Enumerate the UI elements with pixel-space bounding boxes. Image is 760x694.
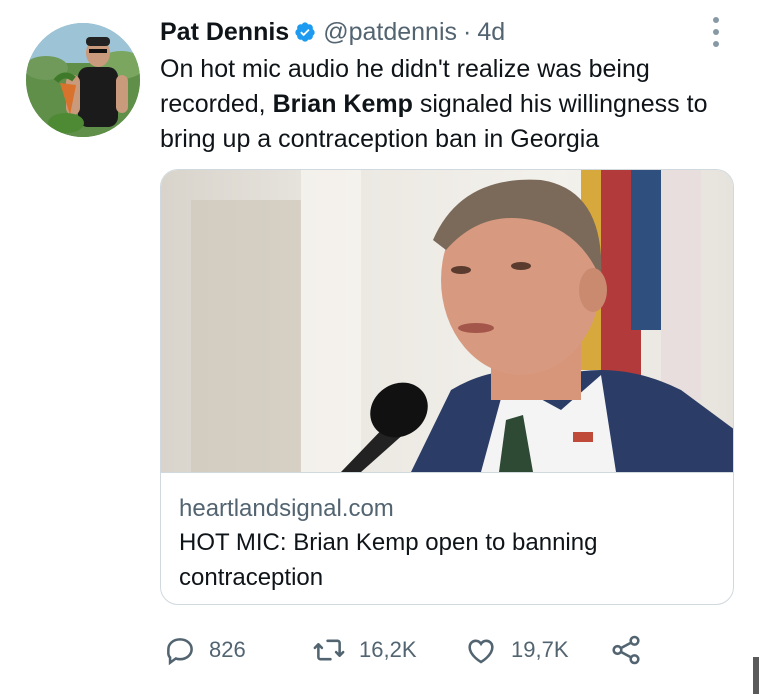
reply-button[interactable]: 826 — [163, 630, 246, 670]
heart-icon — [468, 639, 494, 664]
reply-icon — [167, 638, 193, 666]
retweet-count: 16,2K — [359, 637, 417, 662]
header-separator: · — [463, 17, 472, 46]
card-photo — [161, 170, 733, 472]
card-meta: heartlandsignal.com HOT MIC: Brian Kemp … — [161, 472, 733, 604]
retweet-button[interactable]: 16,2K — [311, 630, 417, 670]
tweet-text: On hot mic audio he didn't realize was b… — [160, 52, 740, 157]
verified-badge-icon — [295, 22, 315, 42]
tweet-header: Pat Dennis @patdennis · 4d — [160, 14, 505, 50]
card-title[interactable]: HOT MIC: Brian Kemp open to banning cont… — [179, 525, 699, 595]
tweet-actions: 826 16,2K 19,7K — [163, 630, 663, 670]
like-button[interactable]: 19,7K — [463, 630, 569, 670]
scrollbar-indicator — [753, 657, 759, 694]
share-button[interactable] — [609, 630, 643, 670]
share-icon — [612, 635, 640, 665]
more-options-icon[interactable] — [708, 15, 724, 49]
card-image — [161, 170, 733, 472]
retweet-icon — [313, 639, 345, 661]
author-name[interactable]: Pat Dennis — [160, 18, 289, 47]
tweet-timestamp[interactable]: 4d — [477, 18, 505, 47]
reply-count: 826 — [209, 637, 246, 662]
like-count: 19,7K — [511, 637, 569, 662]
card-domain[interactable]: heartlandsignal.com — [179, 495, 394, 523]
tweet-text-bold: Brian Kemp — [272, 90, 413, 118]
author-handle[interactable]: @patdennis — [323, 18, 457, 47]
author-avatar[interactable] — [26, 23, 140, 137]
avatar-photo — [26, 23, 140, 137]
link-preview-card[interactable]: heartlandsignal.com HOT MIC: Brian Kemp … — [160, 169, 734, 605]
